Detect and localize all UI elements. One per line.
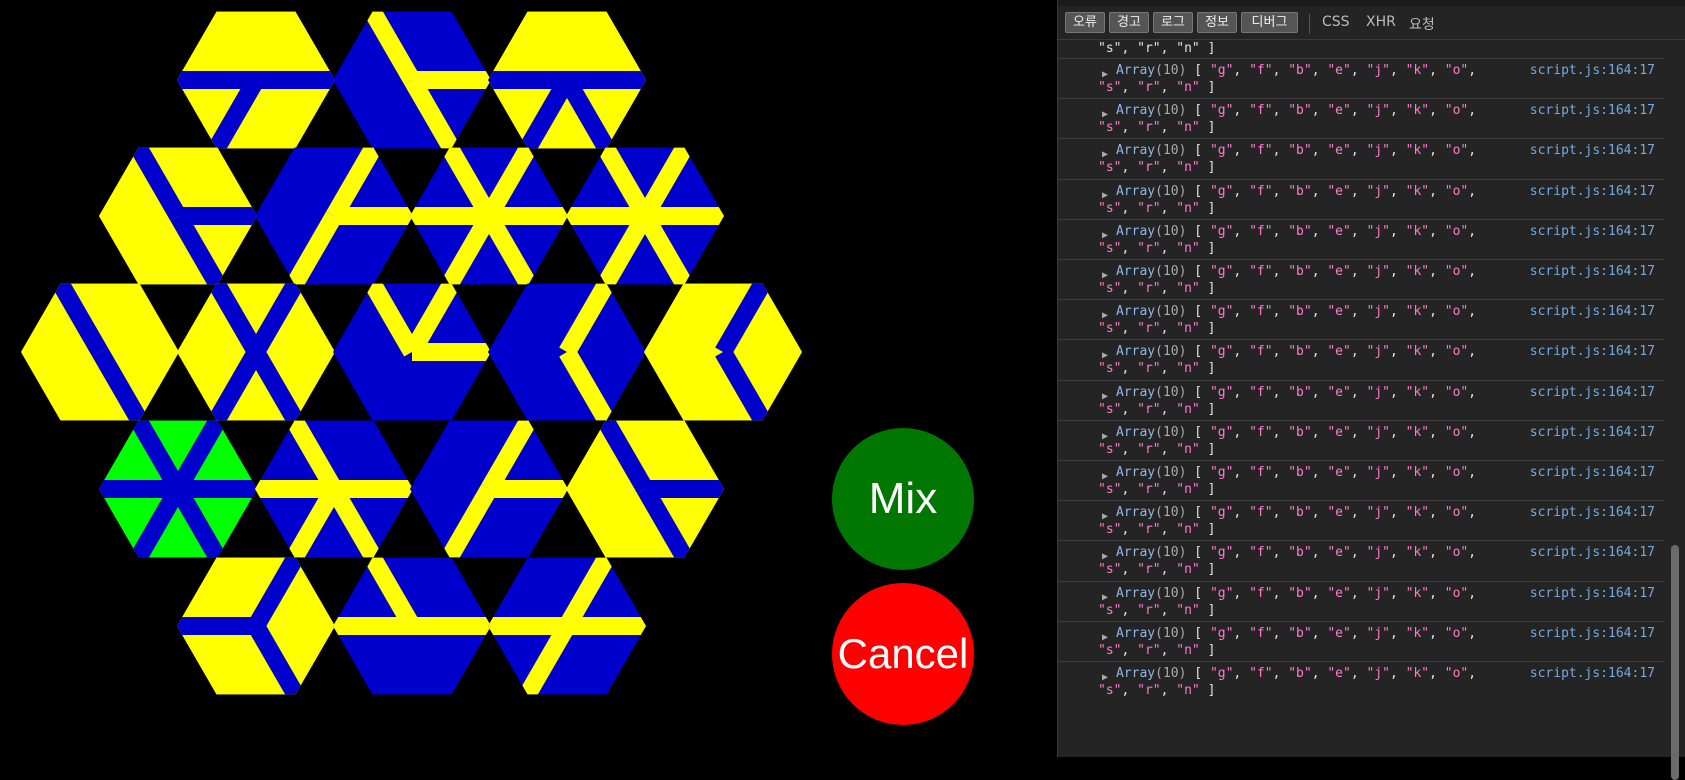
mix-button[interactable]: Mix [832,428,974,570]
log-entry-value: Array(10) [ "g", "f", "b", "e", "j", "k"… [1116,223,1484,239]
filter-requests-toggle[interactable]: 요청 [1409,14,1435,34]
console-log-list: "s", "r", "n" ] ▶ Array(10) [ "g", "f", "… [1058,40,1665,757]
log-source-link[interactable]: script.js:164:17 [1530,223,1655,240]
log-entry-value-continued: "s", "r", "n" ] [1098,683,1216,698]
log-source-link[interactable]: script.js:164:17 [1530,343,1655,360]
log-source-link[interactable]: script.js:164:17 [1530,384,1655,401]
log-source-link[interactable]: script.js:164:17 [1530,464,1655,481]
log-source-link[interactable]: script.js:164:17 [1530,625,1655,642]
log-source-link[interactable]: script.js:164:17 [1530,665,1655,682]
log-entry[interactable]: ▶ Array(10) [ "g", "f", "b", "e", "j", "k… [1058,339,1665,382]
log-entry[interactable]: ▶ Array(10) [ "g", "f", "b", "e", "j", "k… [1058,379,1665,423]
log-entry-value-continued: "s", "r", "n" ] [1098,522,1216,538]
game-area: Mix Cancel [0,0,1055,757]
log-entry-value-continued: "s", "r", "n" ] [1098,200,1216,216]
log-source-link[interactable]: script.js:164:17 [1530,504,1655,521]
log-entry[interactable]: ▶ Array(10) [ "g", "f", "b", "e", "j", "k… [1058,540,1665,583]
log-entry-value-continued: "s", "r", "n" ] [1098,361,1216,377]
log-entry-value-continued: "s", "r", "n" ] [1098,401,1216,417]
log-entry-value: Array(10) [ "g", "f", "b", "e", "j", "k"… [1116,264,1484,279]
log-entry-value-continued: "s", "r", "n" ] [1098,562,1216,578]
filter-warnings-button[interactable]: 경고 [1109,12,1149,33]
log-source-link[interactable]: script.js:164:17 [1530,183,1655,200]
log-entry-value-continued: "s", "r", "n" ] [1098,482,1216,497]
log-source-link[interactable]: script.js:164:17 [1530,303,1655,320]
log-source-link[interactable]: script.js:164:17 [1530,142,1655,159]
log-entry[interactable]: ▶ Array(10) [ "g", "f", "b", "e", "j", "k… [1058,178,1665,222]
scrollbar-thumb[interactable] [1671,545,1679,780]
log-entry-value-continued: "s", "r", "n" ] [1098,441,1216,457]
log-entry-value: Array(10) [ "g", "f", "b", "e", "j", "k"… [1116,545,1484,561]
log-entry[interactable]: ▶ Array(10) [ "g", "f", "b", "e", "j", "k… [1058,218,1665,262]
filter-xhr-toggle[interactable]: XHR [1366,14,1396,30]
log-entry-value: Array(10) [ "g", "f", "b", "e", "j", "k"… [1116,304,1484,320]
log-source-link[interactable]: script.js:164:17 [1530,263,1655,280]
log-entry[interactable]: ▶ Array(10) [ "g", "f", "b", "e", "j", "k… [1058,98,1665,141]
log-source-link[interactable]: script.js:164:17 [1530,62,1655,79]
log-entry-value-continued: "s", "r", "n" ] [1098,160,1216,176]
log-entry-value-continued: "s", "r", "n" ] [1098,120,1216,136]
filter-css-toggle[interactable]: CSS [1322,14,1350,30]
log-source-link[interactable]: script.js:164:17 [1530,544,1655,561]
log-source-link[interactable]: script.js:164:17 [1530,424,1655,441]
log-entry[interactable]: ▶ Array(10) [ "g", "f", "b", "e", "j", "k… [1058,620,1665,664]
log-entry-value-continued: "s", "r", "n" ] [1098,80,1216,95]
toolbar-divider [1309,14,1310,34]
log-entry-value: Array(10) [ "g", "f", "b", "e", "j", "k"… [1116,465,1484,480]
log-source-link[interactable]: script.js:164:17 [1530,102,1655,119]
console-filter-toolbar: 오류 경고 로그 정보 디버그 CSS XHR 요청 [1058,0,1685,40]
log-entry-value: Array(10) [ "g", "f", "b", "e", "j", "k"… [1116,666,1484,681]
log-entry-value: Array(10) [ "g", "f", "b", "e", "j", "k"… [1116,183,1484,199]
log-entry[interactable]: ▶ Array(10) [ "g", "f", "b", "e", "j", "k… [1058,419,1665,463]
filter-info-button[interactable]: 정보 [1197,12,1237,33]
log-entry-value: Array(10) [ "g", "f", "b", "e", "j", "k"… [1116,143,1484,159]
log-entry[interactable]: ▶ Array(10) [ "g", "f", "b", "e", "j", "k… [1058,259,1665,302]
filter-logs-button[interactable]: 로그 [1153,12,1193,33]
log-entry-value: Array(10) [ "g", "f", "b", "e", "j", "k"… [1116,103,1484,119]
filter-debug-button[interactable]: 디버그 [1241,12,1298,33]
log-source-link[interactable]: script.js:164:17 [1530,585,1655,602]
log-entry-value: Array(10) [ "g", "f", "b", "e", "j", "k"… [1116,505,1484,521]
log-entry[interactable]: ▶ Array(10) [ "g", "f", "b", "e", "j", "k… [1058,500,1665,543]
log-entry-value: Array(10) [ "g", "f", "b", "e", "j", "k"… [1116,384,1484,400]
log-entry-value: Array(10) [ "g", "f", "b", "e", "j", "k"… [1116,344,1484,360]
log-entry[interactable]: ▶ Array(10) [ "g", "f", "b", "e", "j", "k… [1058,580,1665,624]
log-entry-value-continued: "s", "r", "n" ] [1098,321,1216,337]
log-entry[interactable]: ▶ Array(10) [ "g", "f", "b", "e", "j", "k… [1058,138,1665,181]
log-entry[interactable]: ▶ Array(10) [ "g", "f", "b", "e", "j", "k… [1058,299,1665,342]
log-entry-value-continued: "s", "r", "n" ] [1098,281,1216,296]
log-entry[interactable]: ▶ Array(10) [ "g", "f", "b", "e", "j", "k… [1058,661,1665,704]
devtools-console-panel: 오류 경고 로그 정보 디버그 CSS XHR 요청 "s", "r", "n"… [1057,0,1685,780]
log-entry-value: Array(10) [ "g", "f", "b", "e", "j", "k"… [1116,424,1484,440]
log-entry-value-continued: "s", "r", "n" ] [1098,602,1216,618]
cancel-button[interactable]: Cancel [832,583,974,725]
log-entry-value: Array(10) [ "g", "f", "b", "e", "j", "k"… [1116,625,1484,641]
log-entry-value-continued: "s", "r", "n" ] [1098,642,1216,658]
filter-errors-button[interactable]: 오류 [1065,12,1105,33]
log-continuation-line: "s", "r", "n" ] [1098,41,1216,56]
hex-board [21,11,802,695]
log-entry-value: Array(10) [ "g", "f", "b", "e", "j", "k"… [1116,63,1484,78]
console-scrollbar[interactable] [1665,40,1685,780]
log-entry[interactable]: ▶ Array(10) [ "g", "f", "b", "e", "j", "k… [1058,58,1665,101]
log-entry-value-continued: "s", "r", "n" ] [1098,240,1216,256]
log-entry-value: Array(10) [ "g", "f", "b", "e", "j", "k"… [1116,585,1484,601]
log-entry[interactable]: ▶ Array(10) [ "g", "f", "b", "e", "j", "k… [1058,460,1665,503]
